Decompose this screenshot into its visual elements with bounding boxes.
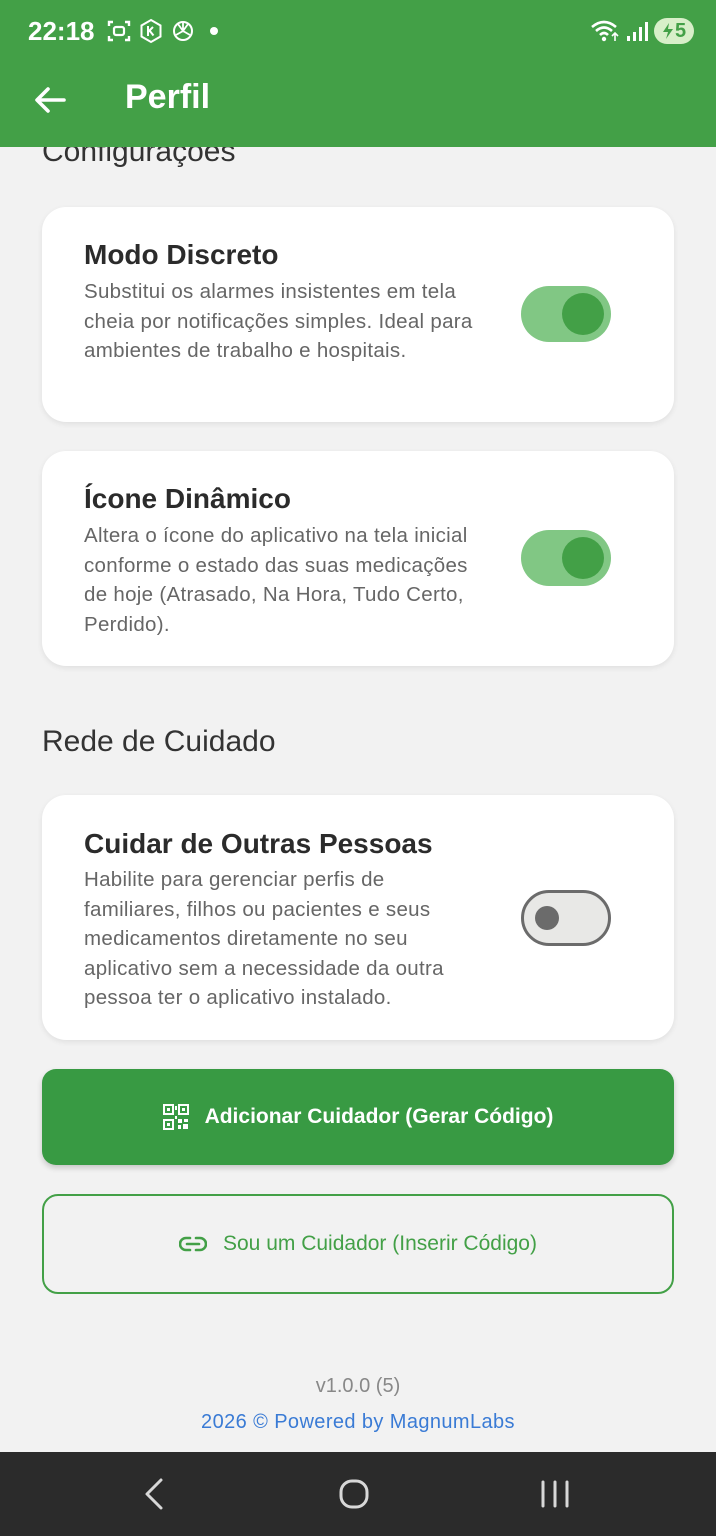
arrow-left-icon[interactable] [30,80,70,120]
add-caregiver-label: Adicionar Cuidador (Gerar Código) [204,1105,554,1128]
recents-nav-icon[interactable] [535,1474,575,1514]
toggle-knob [535,906,559,930]
k-app-icon [140,18,162,44]
notification-dot [210,27,218,35]
openai-icon [173,21,193,41]
icone-dinamico-toggle[interactable] [521,530,611,586]
status-icons-right: 5 [590,18,694,44]
battery-level: 5 [674,19,687,42]
wifi-icon [591,20,619,42]
home-nav-icon[interactable] [334,1474,374,1514]
card-description: Habilite para gerenciar perfis de famili… [84,868,444,1010]
section-title-rede-de-cuidado: Rede de Cuidado [42,725,276,758]
i-am-caregiver-button[interactable]: Sou um Cuidador (Inserir Código) [42,1194,674,1294]
card-icone-dinamico: Ícone Dinâmico Altera o ícone do aplicat… [42,451,674,666]
card-description: Substitui os alarmes insistentes em tela… [84,280,473,363]
link-icon [179,1236,207,1252]
battery-charging-icon: 5 [654,18,694,44]
signal-icon [627,22,648,41]
add-caregiver-button[interactable]: Adicionar Cuidador (Gerar Código) [42,1069,674,1165]
card-title: Ícone Dinâmico [84,483,291,514]
powered-by-link[interactable]: 2026 © Powered by MagnumLabs [0,1411,716,1434]
card-modo-discreto: Modo Discreto Substitui os alarmes insis… [42,207,674,422]
section-title-configuracoes: Configurações [42,147,236,168]
qr-code-icon [162,1104,189,1130]
app-bar: 22:18 5 Perfil [0,0,716,147]
screenshot-icon [107,20,131,42]
card-title: Modo Discreto [84,239,279,270]
card-cuidar-outras-pessoas: Cuidar de Outras Pessoas Habilite para g… [42,795,674,1040]
card-description: Altera o ícone do aplicativo na tela ini… [84,524,468,636]
page-title: Perfil [125,78,211,116]
card-title: Cuidar de Outras Pessoas [84,828,433,859]
status-icons-left [106,18,218,44]
app-version: v1.0.0 (5) [315,1375,401,1397]
profile-content[interactable]: Configurações Modo Discreto Substitui os… [0,147,716,1452]
status-time: 22:18 [28,16,95,46]
modo-discreto-toggle[interactable] [521,286,611,342]
toggle-knob [562,537,604,579]
toggle-knob [562,293,604,335]
back-nav-icon[interactable] [135,1474,175,1514]
cuidar-outras-pessoas-toggle[interactable] [521,890,611,946]
system-nav-bar [0,1452,716,1536]
i-am-caregiver-label: Sou um Cuidador (Inserir Código) [223,1232,537,1255]
